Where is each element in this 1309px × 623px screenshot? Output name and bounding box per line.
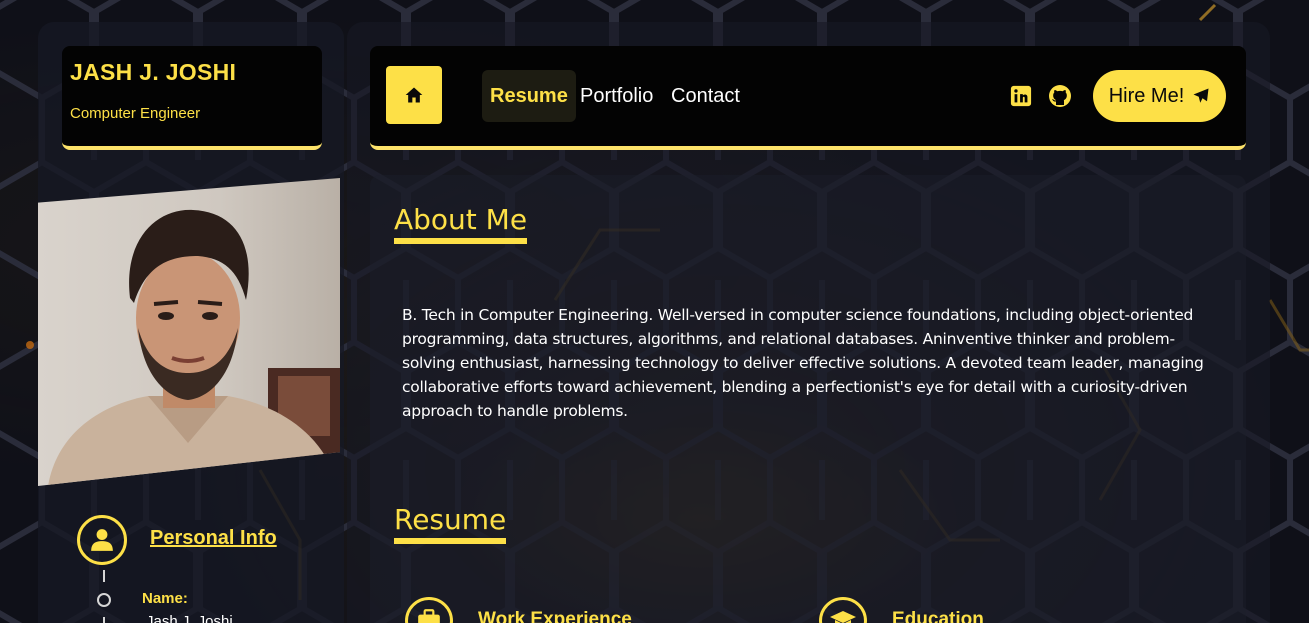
tab-portfolio[interactable]: Portfolio	[572, 70, 661, 122]
resume-heading: Resume	[394, 503, 507, 544]
github-icon[interactable]	[1048, 84, 1072, 108]
profile-name: JASH J. JOSHI	[70, 59, 237, 85]
timeline-line	[103, 617, 105, 623]
info-value-name: Jash J. Joshi	[146, 613, 233, 623]
user-icon	[91, 529, 113, 551]
work-experience-label[interactable]: Work Experience	[478, 609, 632, 623]
timeline-dot	[97, 593, 111, 607]
about-me-heading: About Me	[394, 203, 528, 244]
hire-me-button[interactable]: Hire Me!	[1093, 70, 1226, 122]
paper-plane-icon	[1193, 88, 1209, 103]
about-me-text: B. Tech in Computer Engineering. Well-ve…	[402, 306, 1204, 420]
briefcase-icon	[418, 609, 440, 623]
linkedin-icon[interactable]	[1009, 84, 1033, 108]
profile-photo	[38, 178, 340, 486]
hire-me-label: Hire Me!	[1108, 84, 1185, 107]
timeline-line	[103, 570, 105, 582]
info-label-name: Name:	[142, 590, 188, 607]
tab-resume[interactable]: Resume	[482, 70, 576, 122]
tab-contact[interactable]: Contact	[663, 70, 748, 122]
personal-info-link[interactable]: Personal Info	[150, 527, 277, 550]
profile-role: Computer Engineer	[70, 105, 201, 122]
profile-name-card: JASH J. JOSHI Computer Engineer	[62, 46, 322, 150]
home-icon	[405, 87, 423, 103]
personal-info-badge	[77, 515, 127, 565]
education-label[interactable]: Education	[892, 609, 984, 623]
home-button[interactable]	[386, 66, 442, 124]
graduation-cap-icon	[830, 611, 856, 623]
